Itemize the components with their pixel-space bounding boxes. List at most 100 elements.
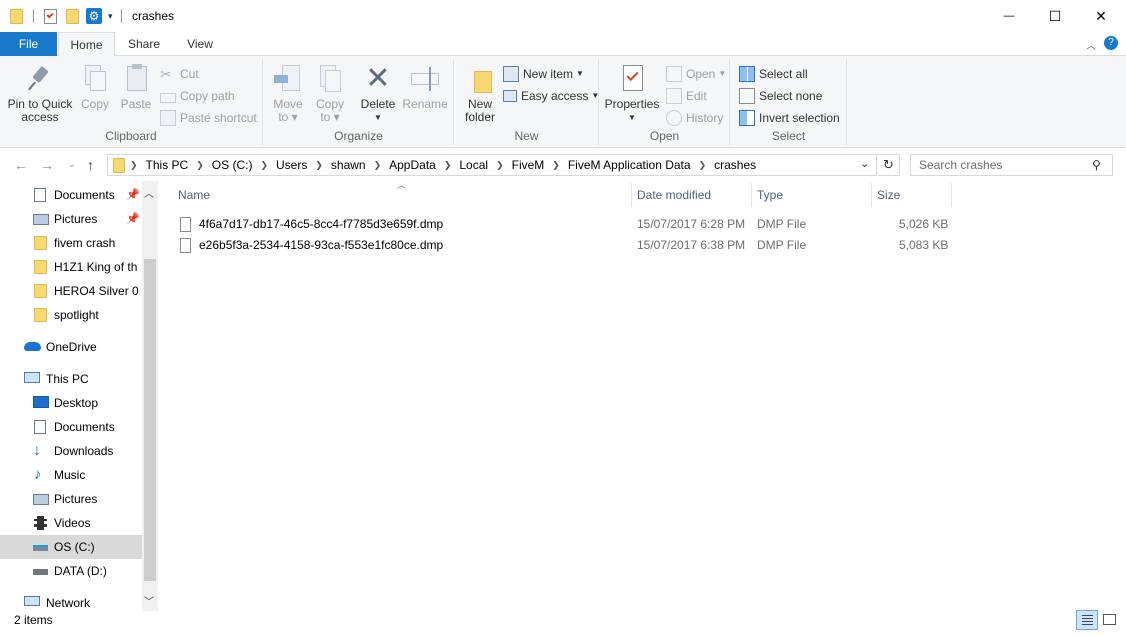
tab-view[interactable]: View: [174, 32, 226, 56]
qat-dropdown-icon[interactable]: ▾: [108, 11, 113, 22]
nav-item-music[interactable]: ♪ Music: [0, 463, 142, 487]
tab-home[interactable]: Home: [58, 32, 115, 57]
nav-item-pictures-pinned[interactable]: Pictures 📌: [0, 207, 142, 231]
nav-item-this-pc[interactable]: This PC: [0, 367, 142, 391]
properties-qat-icon[interactable]: [44, 8, 57, 24]
column-header-size[interactable]: Size: [877, 181, 900, 209]
nav-item-hero4[interactable]: HERO4 Silver 0: [0, 279, 142, 303]
tab-share[interactable]: Share: [118, 32, 170, 56]
breadcrumb-crashes[interactable]: crashes: [709, 158, 761, 172]
refresh-icon[interactable]: ↻: [878, 154, 900, 176]
breadcrumb-separator-icon[interactable]: ❯: [493, 160, 507, 171]
copy-button[interactable]: Copy: [76, 59, 114, 111]
nav-item-label: OneDrive: [46, 340, 97, 354]
column-divider[interactable]: [871, 183, 872, 207]
nav-item-fivem-crash[interactable]: fivem crash: [0, 231, 142, 255]
move-to-button[interactable]: Move to ▾: [270, 59, 306, 124]
column-divider[interactable]: [751, 183, 752, 207]
breadcrumb-separator-icon[interactable]: ❯: [441, 160, 455, 171]
breadcrumb-separator-icon[interactable]: ❯: [549, 160, 563, 171]
nav-item-documents[interactable]: Documents: [0, 415, 142, 439]
edit-button[interactable]: Edit: [666, 86, 707, 106]
help-icon[interactable]: ?: [1104, 36, 1118, 50]
address-dropdown-icon[interactable]: ⌄: [860, 157, 869, 170]
nav-item-os-c[interactable]: OS (C:): [0, 535, 142, 559]
new-item-button[interactable]: New item ▼: [503, 64, 584, 84]
breadcrumb-users[interactable]: Users: [271, 158, 312, 172]
rename-button[interactable]: Rename: [402, 59, 448, 111]
nav-item-videos[interactable]: Videos: [0, 511, 142, 535]
forward-arrow-icon[interactable]: →: [40, 157, 54, 173]
easy-access-button[interactable]: Easy access ▼: [503, 86, 599, 106]
breadcrumb-separator-icon[interactable]: ❯: [127, 160, 141, 171]
nav-item-documents-pinned[interactable]: Documents 📌: [0, 183, 142, 207]
breadcrumb-separator-icon[interactable]: ❯: [193, 160, 207, 171]
breadcrumb-local[interactable]: Local: [454, 158, 493, 172]
maximize-button[interactable]: ☐: [1032, 0, 1078, 32]
breadcrumb-separator-icon[interactable]: ❯: [371, 160, 385, 171]
file-date: 15/07/2017 6:28 PM: [637, 217, 746, 231]
collapse-ribbon-icon[interactable]: ︿: [1086, 37, 1096, 52]
breadcrumb-separator-icon[interactable]: ❯: [257, 160, 271, 171]
copy-path-button[interactable]: Copy path: [160, 86, 235, 106]
file-row[interactable]: 4f6a7d17-db17-46c5-8cc4-f7785d3e659f.dmp…: [174, 214, 954, 235]
close-button[interactable]: ✕: [1078, 0, 1124, 32]
pin-quick-access-button[interactable]: Pin to Quick access: [4, 59, 76, 124]
new-item-dropdown-icon: ▼: [576, 69, 584, 78]
history-button[interactable]: History: [666, 108, 723, 128]
open-button[interactable]: Open ▼: [666, 64, 726, 84]
column-header-date-modified[interactable]: Date modified: [637, 181, 711, 209]
up-arrow-icon[interactable]: ↑: [87, 157, 94, 173]
invert-selection-button[interactable]: Invert selection: [739, 108, 840, 128]
nav-item-spotlight[interactable]: spotlight: [0, 303, 142, 327]
properties-button[interactable]: Properties ▼: [604, 59, 660, 124]
breadcrumb-fivem-app-data[interactable]: FiveM Application Data: [563, 158, 696, 172]
breadcrumb-separator-icon[interactable]: ❯: [312, 160, 326, 171]
cut-button[interactable]: ✂ Cut: [160, 64, 199, 84]
nav-item-network[interactable]: Network: [0, 591, 142, 611]
breadcrumb-fivem[interactable]: FiveM: [507, 158, 550, 172]
nav-item-label: Music: [54, 468, 86, 482]
nav-item-h1z1[interactable]: H1Z1 King of th: [0, 255, 142, 279]
pin-icon[interactable]: 📌: [126, 183, 140, 207]
breadcrumb-this-pc[interactable]: This PC: [141, 158, 194, 172]
new-folder-button[interactable]: New folder: [459, 59, 501, 124]
nav-item-desktop[interactable]: Desktop: [0, 391, 142, 415]
back-arrow-icon[interactable]: ←: [14, 157, 28, 173]
scissors-icon: ✂: [160, 66, 172, 82]
scroll-down-arrow-icon[interactable]: ﹀: [144, 593, 154, 608]
paste-shortcut-button[interactable]: Paste shortcut: [160, 108, 257, 128]
nav-item-data-d[interactable]: DATA (D:): [0, 559, 142, 583]
settings-qat-icon[interactable]: ⚙: [86, 8, 102, 24]
nav-pane-scrollbar-thumb[interactable]: [144, 259, 156, 581]
recent-locations-chevron-icon[interactable]: ⌄: [68, 159, 76, 170]
details-view-button[interactable]: [1076, 610, 1098, 630]
address-bar[interactable]: ❯ This PC ❯ OS (C:) ❯ Users ❯ shawn ❯ AppDat…: [107, 154, 877, 176]
nav-item-downloads[interactable]: ↓ Downloads: [0, 439, 142, 463]
breadcrumb-shawn[interactable]: shawn: [326, 158, 371, 172]
nav-item-pictures[interactable]: Pictures: [0, 487, 142, 511]
copy-to-button[interactable]: Copy to ▾: [312, 59, 348, 124]
file-row[interactable]: e26b5f3a-2534-4158-93ca-f553e1fc80ce.dmp…: [174, 235, 954, 256]
select-all-button[interactable]: Select all: [739, 64, 808, 84]
breadcrumb-appdata[interactable]: AppData: [384, 158, 441, 172]
column-divider[interactable]: [951, 183, 952, 207]
pin-icon[interactable]: 📌: [126, 207, 140, 231]
nav-item-onedrive[interactable]: OneDrive: [0, 335, 142, 359]
minimize-button[interactable]: —: [986, 0, 1032, 32]
breadcrumb-os-c[interactable]: OS (C:): [207, 158, 258, 172]
paste-button[interactable]: Paste: [116, 59, 156, 111]
new-folder-qat-icon[interactable]: [66, 8, 79, 24]
search-input[interactable]: Search crashes: [910, 154, 1113, 176]
search-icon[interactable]: ⚲: [1092, 158, 1101, 172]
tab-file[interactable]: File: [0, 32, 57, 56]
delete-button[interactable]: ✕ Delete ▼: [358, 59, 398, 124]
select-none-button[interactable]: Select none: [739, 86, 822, 106]
column-header-name[interactable]: Name: [178, 181, 210, 209]
nav-item-label: Downloads: [54, 444, 114, 458]
column-header-type[interactable]: Type: [757, 181, 783, 209]
breadcrumb-separator-icon[interactable]: ❯: [696, 160, 710, 171]
scroll-up-arrow-icon[interactable]: ︿: [144, 185, 154, 200]
large-icons-view-button[interactable]: [1099, 610, 1121, 630]
column-divider[interactable]: [631, 183, 632, 207]
